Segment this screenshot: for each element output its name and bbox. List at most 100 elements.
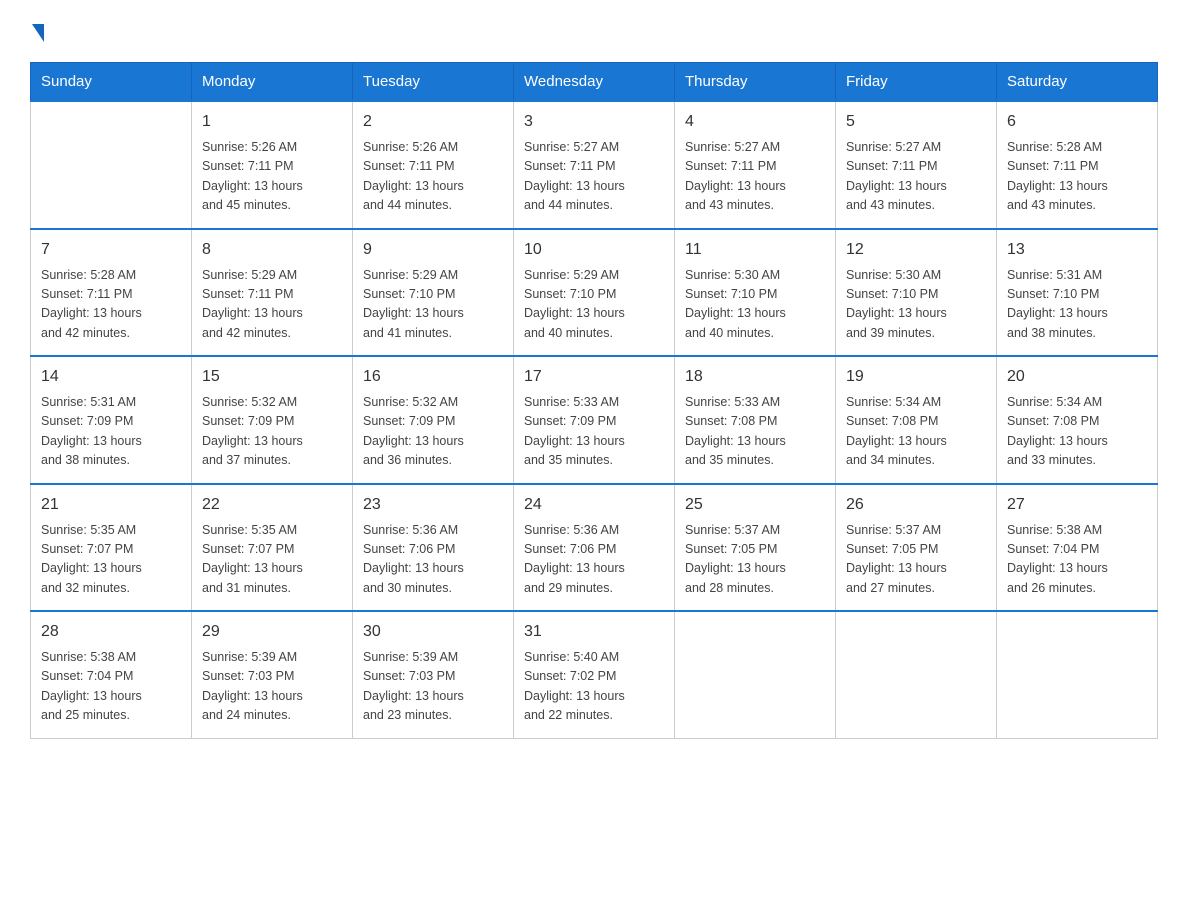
day-info: Sunrise: 5:33 AMSunset: 7:09 PMDaylight:… — [524, 393, 664, 471]
week-row-2: 7 Sunrise: 5:28 AMSunset: 7:11 PMDaylight… — [31, 229, 1158, 357]
calendar-table: SundayMondayTuesdayWednesdayThursdayFrid… — [30, 62, 1158, 739]
calendar-cell: 25 Sunrise: 5:37 AMSunset: 7:05 PMDayligh… — [675, 484, 836, 612]
day-info: Sunrise: 5:36 AMSunset: 7:06 PMDaylight:… — [363, 521, 503, 599]
calendar-header: SundayMondayTuesdayWednesdayThursdayFrid… — [31, 63, 1158, 102]
logo-arrow-icon — [32, 24, 44, 42]
calendar-cell: 7 Sunrise: 5:28 AMSunset: 7:11 PMDaylight… — [31, 229, 192, 357]
day-info: Sunrise: 5:38 AMSunset: 7:04 PMDaylight:… — [1007, 521, 1147, 599]
day-number: 17 — [524, 365, 664, 389]
header-day-thursday: Thursday — [675, 63, 836, 102]
day-info: Sunrise: 5:28 AMSunset: 7:11 PMDaylight:… — [41, 266, 181, 344]
day-number: 8 — [202, 238, 342, 262]
day-number: 19 — [846, 365, 986, 389]
day-info: Sunrise: 5:39 AMSunset: 7:03 PMDaylight:… — [202, 648, 342, 726]
calendar-cell: 14 Sunrise: 5:31 AMSunset: 7:09 PMDayligh… — [31, 356, 192, 484]
header-row: SundayMondayTuesdayWednesdayThursdayFrid… — [31, 63, 1158, 102]
calendar-cell: 22Sunrise: 5:35 AMSunset: 7:07 PMDayligh… — [192, 484, 353, 612]
day-number: 7 — [41, 238, 181, 262]
day-number: 10 — [524, 238, 664, 262]
day-number: 18 — [685, 365, 825, 389]
header-day-wednesday: Wednesday — [514, 63, 675, 102]
calendar-cell: 21Sunrise: 5:35 AMSunset: 7:07 PMDayligh… — [31, 484, 192, 612]
calendar-cell — [31, 101, 192, 229]
calendar-cell: 15Sunrise: 5:32 AMSunset: 7:09 PMDayligh… — [192, 356, 353, 484]
day-number: 13 — [1007, 238, 1147, 262]
day-number: 1 — [202, 110, 342, 134]
calendar-cell: 23 Sunrise: 5:36 AMSunset: 7:06 PMDayligh… — [353, 484, 514, 612]
calendar-cell: 13 Sunrise: 5:31 AMSunset: 7:10 PMDayligh… — [997, 229, 1158, 357]
calendar-cell: 30 Sunrise: 5:39 AMSunset: 7:03 PMDayligh… — [353, 611, 514, 738]
week-row-5: 28 Sunrise: 5:38 AMSunset: 7:04 PMDayligh… — [31, 611, 1158, 738]
calendar-cell: 8Sunrise: 5:29 AMSunset: 7:11 PMDaylight… — [192, 229, 353, 357]
header-day-monday: Monday — [192, 63, 353, 102]
day-info: Sunrise: 5:27 AMSunset: 7:11 PMDaylight:… — [524, 138, 664, 216]
week-row-3: 14 Sunrise: 5:31 AMSunset: 7:09 PMDayligh… — [31, 356, 1158, 484]
day-info: Sunrise: 5:28 AMSunset: 7:11 PMDaylight:… — [1007, 138, 1147, 216]
day-number: 29 — [202, 620, 342, 644]
calendar-cell: 26 Sunrise: 5:37 AMSunset: 7:05 PMDayligh… — [836, 484, 997, 612]
day-info: Sunrise: 5:31 AMSunset: 7:10 PMDaylight:… — [1007, 266, 1147, 344]
day-number: 27 — [1007, 493, 1147, 517]
calendar-cell: 19 Sunrise: 5:34 AMSunset: 7:08 PMDayligh… — [836, 356, 997, 484]
day-number: 23 — [363, 493, 503, 517]
calendar-cell: 28 Sunrise: 5:38 AMSunset: 7:04 PMDayligh… — [31, 611, 192, 738]
calendar-cell: 18 Sunrise: 5:33 AMSunset: 7:08 PMDayligh… — [675, 356, 836, 484]
day-number: 14 — [41, 365, 181, 389]
header-day-saturday: Saturday — [997, 63, 1158, 102]
calendar-cell: 2 Sunrise: 5:26 AMSunset: 7:11 PMDaylight… — [353, 101, 514, 229]
header-day-friday: Friday — [836, 63, 997, 102]
calendar-cell: 1 Sunrise: 5:26 AMSunset: 7:11 PMDaylight… — [192, 101, 353, 229]
calendar-cell: 29 Sunrise: 5:39 AMSunset: 7:03 PMDayligh… — [192, 611, 353, 738]
day-info: Sunrise: 5:39 AMSunset: 7:03 PMDaylight:… — [363, 648, 503, 726]
day-info: Sunrise: 5:37 AMSunset: 7:05 PMDaylight:… — [846, 521, 986, 599]
day-info: Sunrise: 5:35 AMSunset: 7:07 PMDaylight:… — [202, 521, 342, 599]
header-day-tuesday: Tuesday — [353, 63, 514, 102]
day-info: Sunrise: 5:38 AMSunset: 7:04 PMDaylight:… — [41, 648, 181, 726]
day-number: 2 — [363, 110, 503, 134]
day-number: 26 — [846, 493, 986, 517]
day-info: Sunrise: 5:27 AMSunset: 7:11 PMDaylight:… — [846, 138, 986, 216]
day-info: Sunrise: 5:30 AMSunset: 7:10 PMDaylight:… — [685, 266, 825, 344]
calendar-cell: 11 Sunrise: 5:30 AMSunset: 7:10 PMDayligh… — [675, 229, 836, 357]
day-info: Sunrise: 5:33 AMSunset: 7:08 PMDaylight:… — [685, 393, 825, 471]
day-number: 24 — [524, 493, 664, 517]
calendar-cell: 3 Sunrise: 5:27 AMSunset: 7:11 PMDaylight… — [514, 101, 675, 229]
calendar-cell: 9 Sunrise: 5:29 AMSunset: 7:10 PMDaylight… — [353, 229, 514, 357]
page-header — [30, 20, 1158, 42]
day-number: 20 — [1007, 365, 1147, 389]
day-number: 11 — [685, 238, 825, 262]
day-info: Sunrise: 5:27 AMSunset: 7:11 PMDaylight:… — [685, 138, 825, 216]
day-info: Sunrise: 5:26 AMSunset: 7:11 PMDaylight:… — [363, 138, 503, 216]
day-info: Sunrise: 5:29 AMSunset: 7:10 PMDaylight:… — [363, 266, 503, 344]
day-info: Sunrise: 5:32 AMSunset: 7:09 PMDaylight:… — [202, 393, 342, 471]
header-day-sunday: Sunday — [31, 63, 192, 102]
day-info: Sunrise: 5:30 AMSunset: 7:10 PMDaylight:… — [846, 266, 986, 344]
day-number: 12 — [846, 238, 986, 262]
calendar-cell — [675, 611, 836, 738]
day-number: 16 — [363, 365, 503, 389]
calendar-cell: 16Sunrise: 5:32 AMSunset: 7:09 PMDayligh… — [353, 356, 514, 484]
day-info: Sunrise: 5:26 AMSunset: 7:11 PMDaylight:… — [202, 138, 342, 216]
day-info: Sunrise: 5:36 AMSunset: 7:06 PMDaylight:… — [524, 521, 664, 599]
day-number: 30 — [363, 620, 503, 644]
day-info: Sunrise: 5:34 AMSunset: 7:08 PMDaylight:… — [1007, 393, 1147, 471]
day-info: Sunrise: 5:35 AMSunset: 7:07 PMDaylight:… — [41, 521, 181, 599]
day-number: 4 — [685, 110, 825, 134]
logo — [30, 20, 44, 42]
calendar-cell: 4 Sunrise: 5:27 AMSunset: 7:11 PMDaylight… — [675, 101, 836, 229]
calendar-cell: 24 Sunrise: 5:36 AMSunset: 7:06 PMDayligh… — [514, 484, 675, 612]
day-info: Sunrise: 5:31 AMSunset: 7:09 PMDaylight:… — [41, 393, 181, 471]
calendar-cell: 10Sunrise: 5:29 AMSunset: 7:10 PMDayligh… — [514, 229, 675, 357]
day-number: 25 — [685, 493, 825, 517]
day-info: Sunrise: 5:37 AMSunset: 7:05 PMDaylight:… — [685, 521, 825, 599]
day-info: Sunrise: 5:34 AMSunset: 7:08 PMDaylight:… — [846, 393, 986, 471]
week-row-4: 21Sunrise: 5:35 AMSunset: 7:07 PMDayligh… — [31, 484, 1158, 612]
calendar-cell — [836, 611, 997, 738]
day-number: 9 — [363, 238, 503, 262]
calendar-cell: 17 Sunrise: 5:33 AMSunset: 7:09 PMDayligh… — [514, 356, 675, 484]
calendar-cell: 5Sunrise: 5:27 AMSunset: 7:11 PMDaylight… — [836, 101, 997, 229]
day-number: 3 — [524, 110, 664, 134]
calendar-cell — [997, 611, 1158, 738]
calendar-cell: 6Sunrise: 5:28 AMSunset: 7:11 PMDaylight… — [997, 101, 1158, 229]
day-number: 28 — [41, 620, 181, 644]
